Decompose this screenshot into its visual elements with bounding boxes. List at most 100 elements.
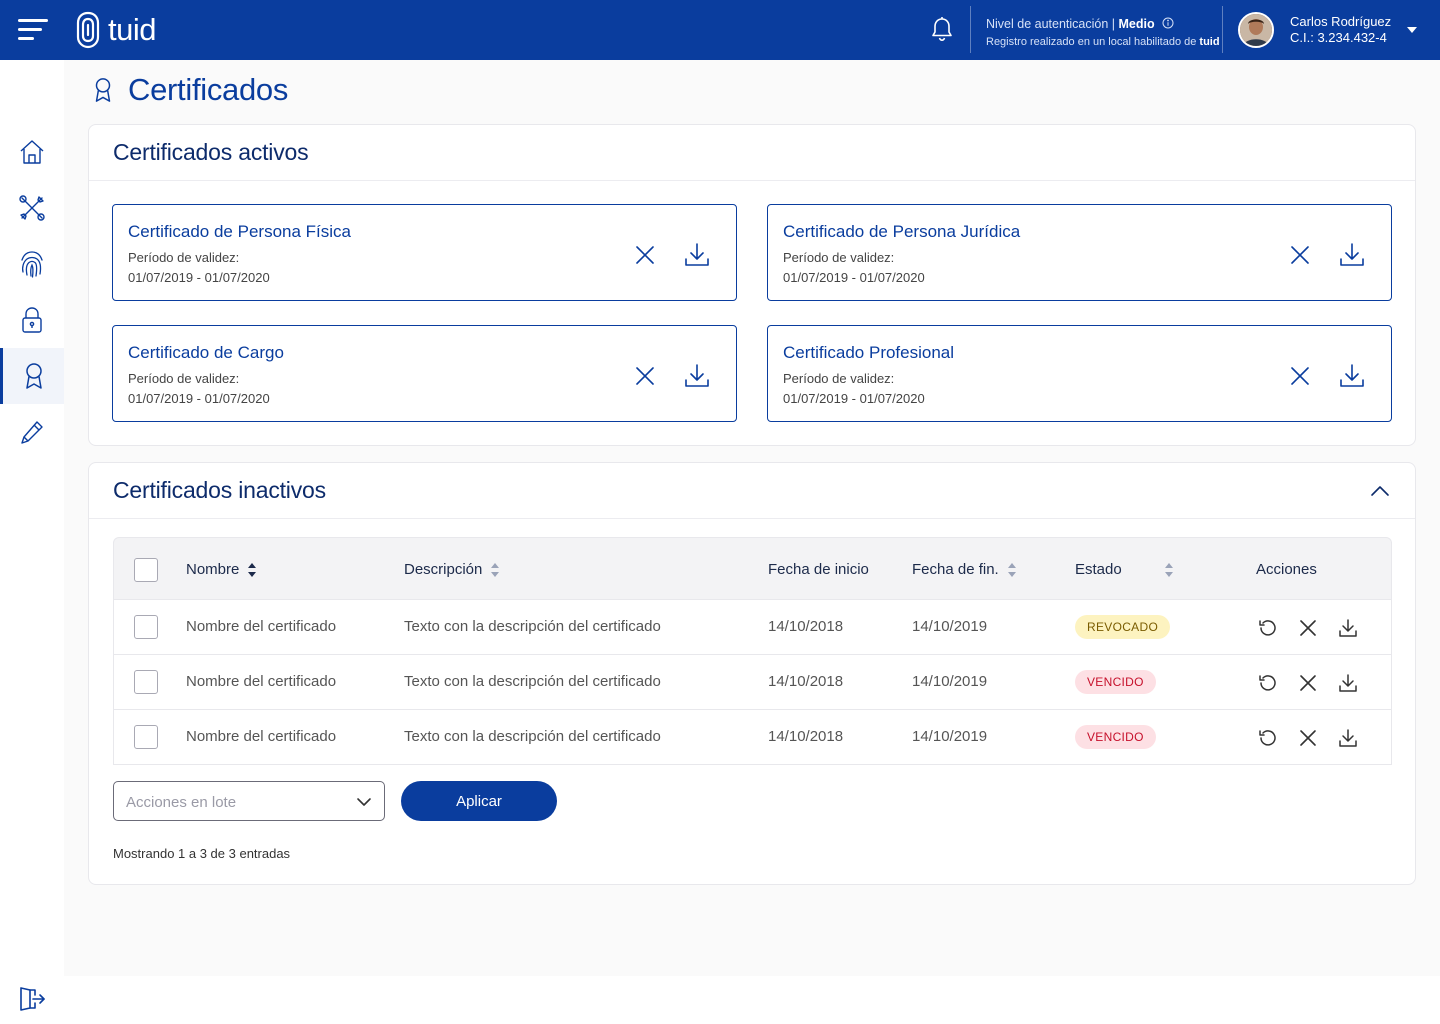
restore-icon[interactable] (1257, 672, 1279, 694)
avatar[interactable] (1238, 12, 1274, 48)
validity-label: Período de validez: (783, 371, 895, 386)
bulk-actions-placeholder: Acciones en lote (126, 794, 237, 811)
download-icon[interactable] (1337, 727, 1359, 749)
tools-icon (19, 195, 45, 221)
restore-icon[interactable] (1257, 727, 1279, 749)
apply-button[interactable]: Aplicar (401, 781, 557, 821)
card-header: Certificados activos (89, 125, 1415, 181)
sidebar-item-certificates[interactable] (0, 348, 64, 404)
sort-icon[interactable] (247, 562, 257, 578)
logout-icon[interactable] (18, 986, 46, 1012)
lock-icon (22, 307, 42, 333)
row-checkbox[interactable] (134, 725, 158, 749)
column-label: Nombre (186, 561, 240, 578)
revoke-icon[interactable] (1297, 727, 1319, 749)
validity-label: Período de validez: (128, 371, 240, 386)
certificate-card: Certificado Profesional Período de valid… (767, 325, 1392, 422)
chevron-up-icon[interactable] (1369, 481, 1391, 501)
download-icon[interactable] (1337, 617, 1359, 639)
download-icon[interactable] (1338, 241, 1366, 269)
section-title: Certificados activos (113, 139, 309, 165)
top-bar: tuid Nivel de autenticación | Medio Regi… (0, 0, 1440, 60)
bell-icon[interactable] (930, 16, 954, 42)
revoke-icon[interactable] (1288, 364, 1312, 388)
sort-icon[interactable] (1007, 562, 1017, 578)
sidebar-item-signature[interactable] (0, 404, 64, 460)
column-header-end-date[interactable]: Fecha de fin. (912, 561, 1017, 578)
column-header-start-date[interactable]: Fecha de inicio (768, 561, 869, 578)
column-header-name[interactable]: Nombre (186, 561, 257, 578)
info-icon[interactable] (1162, 17, 1174, 29)
validity-dates: 01/07/2019 - 01/07/2020 (783, 391, 925, 406)
cell-end-date: 14/10/2019 (912, 728, 988, 745)
sidebar-item-home[interactable] (0, 124, 64, 180)
bulk-actions-select[interactable]: Acciones en lote (113, 781, 385, 821)
row-checkbox[interactable] (134, 615, 158, 639)
user-name: Carlos Rodríguez (1290, 14, 1392, 29)
status-badge: VENCIDO (1075, 725, 1156, 749)
revoke-icon[interactable] (1297, 617, 1319, 639)
select-all-checkbox[interactable] (134, 558, 158, 582)
download-icon[interactable] (1337, 672, 1359, 694)
column-label: Fecha de fin. (912, 561, 999, 578)
menu-icon[interactable] (18, 19, 50, 41)
chevron-down-icon (357, 798, 371, 806)
validity-dates: 01/07/2019 - 01/07/2020 (128, 270, 270, 285)
table-row: Nombre del certificado Texto con la desc… (113, 710, 1392, 765)
logo[interactable]: tuid (74, 10, 156, 50)
chevron-down-icon[interactable] (1407, 27, 1417, 33)
cell-description: Texto con la descripción del certificado (404, 673, 661, 690)
certificate-icon (25, 363, 42, 389)
cell-end-date: 14/10/2019 (912, 618, 988, 635)
certificate-title: Certificado Profesional (783, 343, 955, 362)
row-checkbox[interactable] (134, 670, 158, 694)
restore-icon[interactable] (1257, 617, 1279, 639)
certificate-card: Certificado de Cargo Período de validez:… (112, 325, 737, 422)
footer-area (64, 976, 1440, 1024)
sidebar-item-security[interactable] (0, 292, 64, 348)
registry-brand: tuid (1199, 36, 1220, 48)
column-label: Estado (1075, 561, 1122, 578)
cell-start-date: 14/10/2018 (768, 618, 844, 635)
sidebar-item-tools[interactable] (0, 180, 64, 236)
column-header-actions: Acciones (1256, 561, 1317, 578)
section-title: Certificados inactivos (113, 477, 326, 503)
user-info[interactable]: Carlos Rodríguez C.I.: 3.234.432-4 (1290, 14, 1391, 46)
validity-label: Período de validez: (783, 250, 895, 265)
certificate-icon (95, 78, 111, 102)
user-id: C.I.: 3.234.432-4 (1290, 30, 1387, 45)
pagination-info: Mostrando 1 a 3 de 3 entradas (113, 846, 291, 861)
column-header-description[interactable]: Descripción (404, 561, 500, 578)
sort-icon[interactable] (1164, 562, 1174, 578)
cell-start-date: 14/10/2018 (768, 673, 844, 690)
home-icon (20, 140, 44, 164)
column-header-status[interactable]: Estado (1075, 561, 1174, 578)
certificate-card: Certificado de Persona Física Período de… (112, 204, 737, 301)
sidebar-item-biometrics[interactable] (0, 236, 64, 292)
page-title: Certificados (128, 72, 289, 107)
cell-description: Texto con la descripción del certificado (404, 618, 661, 635)
cell-name: Nombre del certificado (186, 673, 337, 690)
cell-name: Nombre del certificado (186, 728, 337, 745)
auth-info: Nivel de autenticación | Medio Registro … (986, 15, 1220, 51)
revoke-icon[interactable] (633, 243, 657, 267)
download-icon[interactable] (683, 362, 711, 390)
certificate-title: Certificado de Persona Física (128, 222, 351, 241)
revoke-icon[interactable] (633, 364, 657, 388)
table-row: Nombre del certificado Texto con la desc… (113, 600, 1392, 655)
revoke-icon[interactable] (1288, 243, 1312, 267)
auth-level-label: Nivel de autenticación | (986, 17, 1116, 31)
column-label: Acciones (1256, 561, 1317, 578)
download-icon[interactable] (1338, 362, 1366, 390)
download-icon[interactable] (683, 241, 711, 269)
active-certificates-card: Certificados activos Certificado de Pers… (88, 124, 1416, 446)
cell-start-date: 14/10/2018 (768, 728, 844, 745)
inactive-certificates-card: Certificados inactivos Nombre Descripció… (88, 462, 1416, 885)
revoke-icon[interactable] (1297, 672, 1319, 694)
sort-icon[interactable] (490, 562, 500, 578)
column-label: Fecha de inicio (768, 561, 869, 578)
certificate-title: Certificado de Persona Jurídica (783, 222, 1021, 241)
card-header: Certificados inactivos (89, 463, 1415, 519)
brand-name: tuid (108, 12, 156, 47)
sidebar (0, 60, 64, 1024)
